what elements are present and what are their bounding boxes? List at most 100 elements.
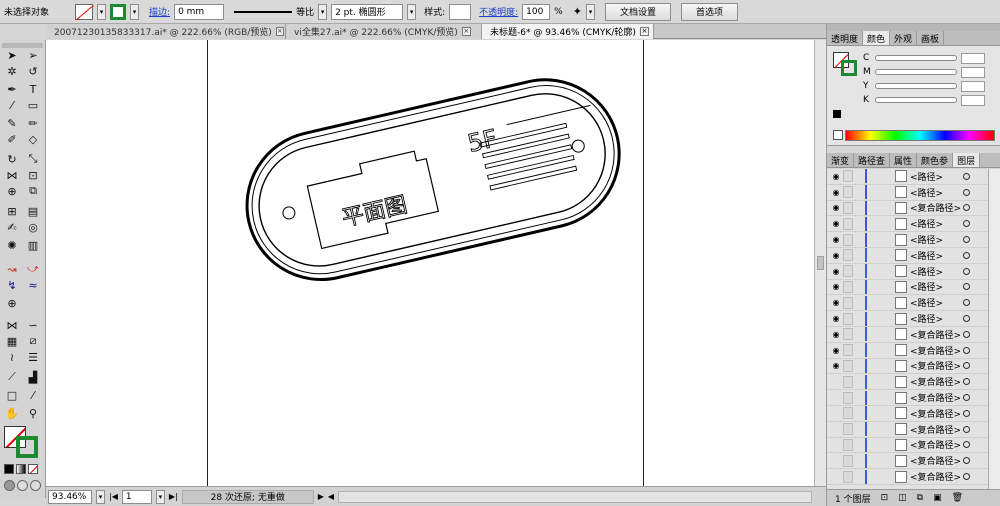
lock-toggle[interactable]: [843, 454, 853, 467]
layer-row[interactable]: <复合路径>: [827, 390, 988, 406]
tab-doc-3[interactable]: 未标题-6* @ 93.46% (CMYK/轮廓) ×: [482, 24, 654, 39]
slice-tool-icon[interactable]: ⟋: [4, 370, 20, 384]
canvas[interactable]: 5F 平面图: [46, 40, 814, 486]
brush-field[interactable]: 2 pt. 椭圆形: [331, 3, 404, 20]
channel-k-field[interactable]: [961, 94, 985, 106]
layer-row[interactable]: ◉ <复合路径>: [827, 358, 988, 375]
visibility-eye-icon[interactable]: ◉: [831, 172, 841, 181]
width-tool-icon[interactable]: ⋈: [4, 168, 20, 182]
last-artboard-icon[interactable]: ▶|: [169, 492, 178, 501]
target-ring-icon[interactable]: [963, 267, 970, 275]
recolor-dropdown[interactable]: ▾: [585, 3, 595, 20]
grid-tool-icon[interactable]: ▦: [4, 334, 20, 348]
layer-row[interactable]: <复合路径>: [827, 374, 988, 391]
target-ring-icon[interactable]: [963, 346, 970, 354]
scroll-left-icon[interactable]: ◀: [328, 492, 334, 501]
fill-stroke-control[interactable]: [4, 426, 40, 458]
draw-behind-icon[interactable]: [17, 480, 28, 491]
blend-tool-icon[interactable]: ◎: [25, 220, 41, 234]
visibility-eye-icon[interactable]: ◉: [831, 267, 841, 276]
layer-row[interactable]: ◉ <路径>: [827, 248, 988, 264]
lock-toggle[interactable]: [843, 438, 853, 451]
visibility-eye-icon[interactable]: ◉: [831, 330, 841, 339]
artboard-field[interactable]: 1: [121, 489, 152, 504]
layer-row[interactable]: ◉ <路径>: [827, 279, 988, 296]
target-tool-icon[interactable]: ⊕: [4, 296, 20, 310]
blob-brush-tool-icon[interactable]: ✐: [4, 132, 20, 146]
tab-color[interactable]: 颜色: [863, 31, 891, 45]
lock-toggle[interactable]: [843, 423, 853, 436]
stroke-link[interactable]: 描边:: [149, 5, 170, 18]
status-menu-icon[interactable]: ▶: [318, 492, 324, 501]
layers-list[interactable]: ◉ <路径> ◉ <路径> ◉ <复合路径> ◉ <路径> ◉ <路径> ◉ <路径> ◉ <路径> ◉ <路…: [827, 169, 988, 489]
opacity-link[interactable]: 不透明度:: [479, 5, 518, 18]
lock-toggle[interactable]: [843, 170, 853, 183]
visibility-eye-icon[interactable]: ◉: [831, 346, 841, 355]
layer-row[interactable]: <复合路径>: [827, 437, 988, 454]
visibility-eye-icon[interactable]: ◉: [831, 282, 841, 291]
lock-toggle[interactable]: [843, 265, 853, 278]
visibility-eye-icon[interactable]: ◉: [831, 219, 841, 228]
list-tool-icon[interactable]: ☰: [25, 350, 41, 364]
first-artboard-icon[interactable]: |◀: [109, 492, 118, 501]
visibility-eye-icon[interactable]: ◉: [831, 235, 841, 244]
layer-row[interactable]: <复合路径>: [827, 406, 988, 422]
perspective-tool-icon[interactable]: ⧄: [25, 334, 41, 348]
visibility-eye-icon[interactable]: ◉: [831, 251, 841, 260]
delete-layer-icon[interactable]: 🗑: [952, 493, 963, 503]
target-ring-icon[interactable]: [963, 409, 970, 417]
channel-c-slider[interactable]: [875, 55, 957, 61]
lock-toggle[interactable]: [843, 233, 853, 246]
lock-toggle[interactable]: [843, 280, 853, 293]
none-icon[interactable]: [28, 464, 38, 474]
visibility-eye-icon[interactable]: ◉: [831, 188, 841, 197]
color-tool-icon-2[interactable]: ⤻: [25, 262, 41, 276]
lasso-tool-icon[interactable]: ↺: [25, 64, 41, 78]
layer-row[interactable]: ◉ <路径>: [827, 311, 988, 327]
new-sublayer-icon[interactable]: ⧉: [917, 493, 923, 503]
selection-tool-icon[interactable]: ➤: [4, 48, 20, 62]
tab-doc-1[interactable]: 20071230135833317.ai* @ 222.66% (RGB/预览)…: [46, 24, 286, 39]
layer-row[interactable]: ◉ <复合路径>: [827, 327, 988, 343]
target-ring-icon[interactable]: [963, 315, 970, 323]
line-tool-icon[interactable]: ⁄: [4, 98, 20, 112]
free-transform-tool-icon[interactable]: ⊡: [25, 168, 41, 182]
envelope-tool-icon[interactable]: ⋈: [4, 318, 20, 332]
lock-toggle[interactable]: [843, 296, 853, 309]
artboard-dropdown[interactable]: ▾: [155, 489, 165, 504]
new-layer-icon[interactable]: ▣: [933, 493, 942, 503]
channel-y-slider[interactable]: [875, 83, 957, 89]
tab-artboards[interactable]: 画板: [917, 31, 945, 45]
stroke-weight-field[interactable]: 0 mm: [174, 3, 225, 20]
target-ring-icon[interactable]: [963, 188, 970, 196]
scale-tool-icon[interactable]: ⤡: [25, 152, 41, 166]
channel-y-field[interactable]: [961, 80, 985, 92]
lock-toggle[interactable]: [843, 186, 853, 199]
tab-transparency[interactable]: 透明度: [827, 31, 864, 45]
target-ring-icon[interactable]: [963, 378, 970, 386]
recolor-icon[interactable]: ✦: [573, 5, 582, 18]
stroke-swatch-large[interactable]: [16, 436, 38, 458]
layer-row[interactable]: ◉ <复合路径>: [827, 200, 988, 217]
style-swatch[interactable]: [449, 3, 472, 20]
visibility-eye-icon[interactable]: ◉: [831, 203, 841, 212]
close-icon[interactable]: ×: [461, 27, 471, 36]
lock-toggle[interactable]: [843, 328, 853, 341]
status-text[interactable]: 28 次还原; 无重做: [181, 489, 314, 504]
layer-row[interactable]: ◉ <路径>: [827, 264, 988, 280]
visibility-eye-icon[interactable]: ◉: [831, 298, 841, 307]
hand-tool-icon[interactable]: ✋: [4, 406, 20, 420]
knife-tool-icon[interactable]: ⁄: [25, 388, 41, 402]
shape-builder-tool-icon[interactable]: ⊕: [4, 184, 20, 198]
scribble-tool-icon[interactable]: ≀: [4, 350, 20, 364]
target-ring-icon[interactable]: [963, 299, 970, 307]
layer-row[interactable]: ◉ <路径>: [827, 169, 988, 185]
target-ring-icon[interactable]: [963, 236, 970, 244]
tab-layers[interactable]: 图层: [953, 153, 981, 167]
layer-row[interactable]: ◉ <路径>: [827, 185, 988, 201]
black-swatch[interactable]: [833, 110, 841, 118]
channel-c-field[interactable]: [961, 52, 985, 64]
column-graph-tool-icon[interactable]: ▥: [25, 238, 41, 252]
tab-appearance[interactable]: 外观: [890, 31, 918, 45]
zoom-field[interactable]: 93.46%: [48, 489, 92, 504]
